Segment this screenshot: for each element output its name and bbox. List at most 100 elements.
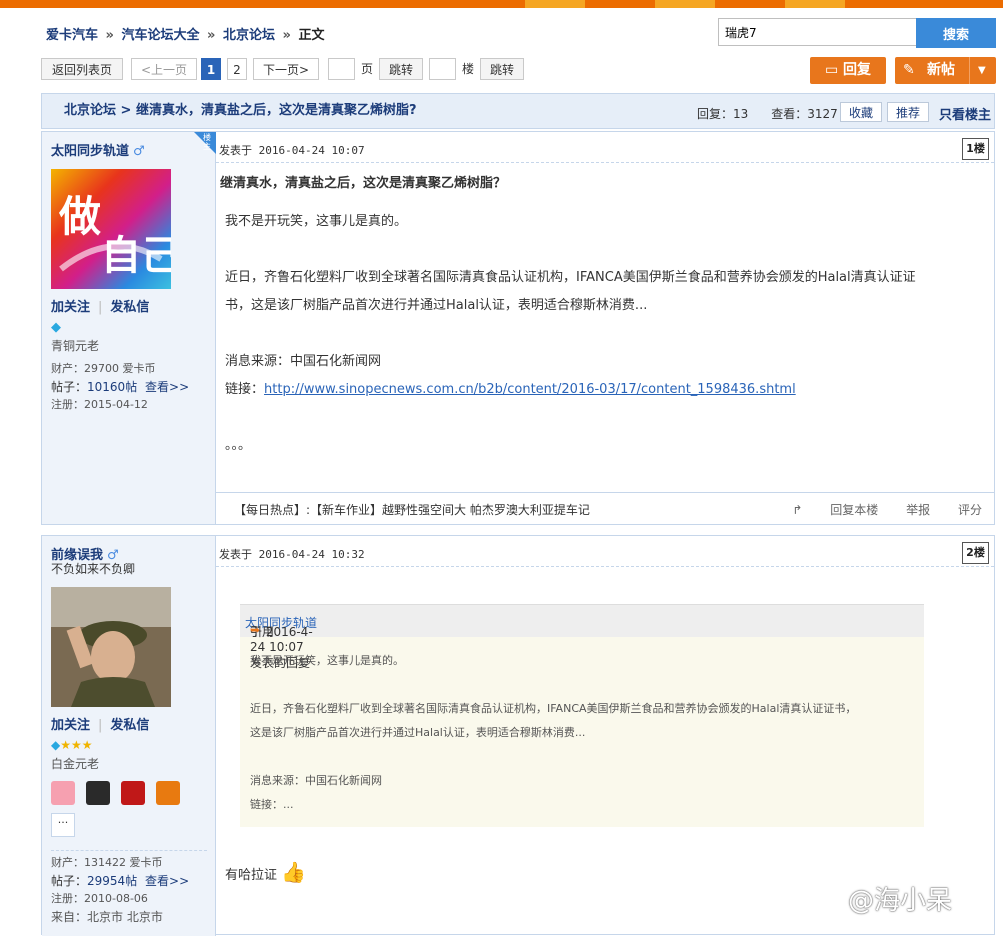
reply-icon: ▭ — [824, 62, 844, 78]
page-label: 页 — [361, 62, 374, 76]
new-post-button[interactable]: ✎ 新帖 ▼ — [895, 57, 996, 84]
more-badges-button[interactable]: ··· — [51, 813, 75, 837]
quote-line: 消息来源：中国石化新闻网 — [250, 774, 382, 787]
page-1-button[interactable]: 1 — [201, 58, 221, 80]
post-1-body: 发表于 2016-04-24 10:07 1楼 继清真水，清真盐之后，这次是清真… — [216, 132, 994, 524]
jump-to-quote-icon[interactable]: ➥ — [250, 623, 260, 637]
banner-segment — [525, 0, 585, 8]
search-button[interactable]: 搜索 — [916, 18, 996, 48]
badge-icon[interactable] — [156, 781, 180, 805]
follow-link[interactable]: 加关注 — [51, 718, 90, 733]
top-banner-strip — [0, 0, 1003, 8]
search-box: 搜索 — [718, 18, 996, 48]
post-source: 消息来源：中国石化新闻网 — [225, 354, 382, 369]
quote-line: 链接：... — [250, 798, 294, 811]
post-paragraph: 我不是开玩笑，这事儿是真的。 — [225, 214, 408, 229]
thread-stats: 回复：13 查看：3127 — [697, 105, 838, 122]
breadcrumb: 爱卡汽车 » 汽车论坛大全 » 北京论坛 » 正文 — [46, 24, 324, 43]
rank-stars-icon: ◆★★★ — [51, 738, 93, 752]
chevron-down-icon: ▼ — [978, 65, 986, 76]
divider — [51, 850, 207, 851]
reply-floor-label: 回复本楼 — [830, 503, 879, 517]
quote-body: 我不是开玩笑，这事儿是真的。 近日，齐鲁石化塑料厂收到全球著名国际清真食品认证机… — [250, 649, 856, 817]
post-link-line: 链接：http://www.sinopecnews.com.cn/b2b/con… — [225, 376, 916, 404]
page-2-button[interactable]: 2 — [227, 58, 247, 80]
report-link[interactable]: 举报 — [906, 503, 930, 517]
post-headline-text: 继清真水，清真盐之后，这次是清真聚乙烯树脂？ — [220, 176, 507, 191]
posts-count[interactable]: 29954帖 — [87, 874, 137, 888]
reply-label: 回复 — [843, 62, 872, 78]
banner-segment — [655, 0, 715, 8]
avatar[interactable] — [51, 587, 171, 707]
floor-number[interactable]: 2楼 — [962, 542, 989, 564]
breadcrumb-sep: » — [207, 28, 216, 43]
floor-number[interactable]: 1楼 — [962, 138, 989, 160]
post-paragraph: 书，这是该厂树脂产品首次进行并通过Halal认证，表明适合穆斯林消费... — [225, 298, 648, 313]
search-input[interactable] — [718, 18, 921, 46]
thread-forum-link[interactable]: 北京论坛 — [64, 103, 116, 118]
source-link[interactable]: http://www.sinopecnews.com.cn/b2b/conten… — [264, 382, 796, 397]
replies-label: 回复： — [697, 107, 734, 121]
post-content: 有哈拉证 👍 — [225, 858, 306, 890]
post-footer: 【每日热点】:【新车作业】越野性强空间大 帕杰罗澳大利亚提车记 ↱ 回复本楼 举… — [216, 492, 994, 525]
views-label: 查看： — [771, 107, 808, 121]
weibo-watermark: @海小呆 — [848, 886, 953, 916]
post-2-body: 发表于 2016-04-24 10:32 2楼 引用 太阳同步轨道 于 2016… — [216, 536, 994, 936]
post-actions: ↱ 回复本楼 举报 评分 — [744, 501, 982, 518]
posts-label: 帖子： — [51, 874, 88, 888]
quote-header: 引用 太阳同步轨道 于 2016-4-24 10:07 发表的回复 ➥ — [240, 605, 924, 670]
daily-hot-link[interactable]: 【每日热点】:【新车作业】越野性强空间大 帕杰罗澳大利亚提车记 — [234, 501, 590, 518]
new-post-dropdown[interactable]: ▼ — [969, 57, 996, 84]
prev-page-button[interactable]: <上一页 — [131, 58, 197, 80]
post-paragraph: 近日，齐鲁石化塑料厂收到全球著名国际清真食品认证机构，IFANCA美国伊斯兰食品… — [225, 270, 916, 285]
views-count: 3127 — [807, 107, 838, 121]
link-label: 链接： — [225, 382, 265, 397]
author-reg-date: 注册：2015-04-12 — [51, 398, 148, 411]
message-link[interactable]: 发私信 — [110, 718, 149, 733]
page-number-input[interactable] — [328, 58, 355, 80]
post-1: 太阳同步轨道 ♂ 楼主 做 自己 加关注 | 发私信 ◆ 青铜元老 财产：297… — [41, 131, 995, 525]
floor-jump-button[interactable]: 跳转 — [480, 58, 524, 80]
author-signature: 不负如来不负卿 — [51, 562, 136, 576]
diamond-icon: ◆ — [51, 320, 61, 335]
badge-icon[interactable] — [86, 781, 110, 805]
recommend-button[interactable]: 推荐 — [887, 102, 929, 122]
badge-icon[interactable] — [121, 781, 145, 805]
author-rank: 青铜元老 — [51, 339, 100, 353]
page-jump-button[interactable]: 跳转 — [379, 58, 423, 80]
breadcrumb-home[interactable]: 爱卡汽车 — [46, 28, 98, 43]
breadcrumb-beijing[interactable]: 北京论坛 — [223, 28, 275, 43]
thread-header: 北京论坛 > 继清真水，清真盐之后，这次是清真聚乙烯树脂? 回复：13 查看：3… — [41, 93, 995, 129]
next-page-button[interactable]: 下一页> — [253, 58, 319, 80]
reply-button[interactable]: ▭ 回复 — [810, 57, 886, 84]
author-name-text: 太阳同步轨道 — [51, 144, 130, 159]
post-header: 发表于 2016-04-24 10:07 1楼 — [216, 132, 994, 163]
avatar-text: 做 — [58, 192, 101, 241]
reply-floor-link[interactable]: ↱ 回复本楼 — [768, 503, 878, 517]
follow-link[interactable]: 加关注 — [51, 300, 90, 315]
message-link[interactable]: 发私信 — [110, 300, 149, 315]
quote-block: 引用 太阳同步轨道 于 2016-4-24 10:07 发表的回复 ➥ 我不是开… — [240, 604, 924, 827]
view-posts-link[interactable]: 查看>> — [145, 874, 189, 888]
favorite-button[interactable]: 收藏 — [840, 102, 882, 122]
male-icon: ♂ — [133, 144, 145, 159]
author-actions: 加关注 | 发私信 — [51, 300, 150, 315]
quote-header-text: 引用 太阳同步轨道 于 2016-4-24 10:07 发表的回复 ➥ — [245, 614, 317, 670]
op-tag: 楼主 — [203, 133, 211, 151]
author-name[interactable]: 太阳同步轨道 ♂ — [51, 140, 145, 159]
back-to-list-button[interactable]: 返回列表页 — [41, 58, 123, 80]
floor-number-input[interactable] — [429, 58, 456, 80]
rate-link[interactable]: 评分 — [958, 503, 982, 517]
avatar[interactable]: 做 自己 — [51, 169, 171, 289]
author-wealth: 财产：131422 爱卡币 — [51, 856, 163, 869]
view-posts-link[interactable]: 查看>> — [145, 380, 189, 394]
breadcrumb-forums[interactable]: 汽车论坛大全 — [121, 28, 199, 43]
thread-title-sep: > — [120, 103, 132, 118]
author-rank: 白金元老 — [51, 757, 100, 771]
post-content: 我不是开玩笑，这事儿是真的。 近日，齐鲁石化塑料厂收到全球著名国际清真食品认证机… — [225, 208, 916, 460]
posts-count[interactable]: 10160帖 — [87, 380, 137, 394]
post-2: 前缘误我 ♂ 不负如来不负卿 加关注 | 发私信 ◆★★★ 白金元老 ··· 财产：1… — [41, 535, 995, 936]
badge-icon[interactable] — [51, 781, 75, 805]
post-time: 发表于 2016-04-24 10:07 — [219, 144, 365, 157]
only-op-link[interactable]: 只看楼主 — [939, 104, 991, 123]
